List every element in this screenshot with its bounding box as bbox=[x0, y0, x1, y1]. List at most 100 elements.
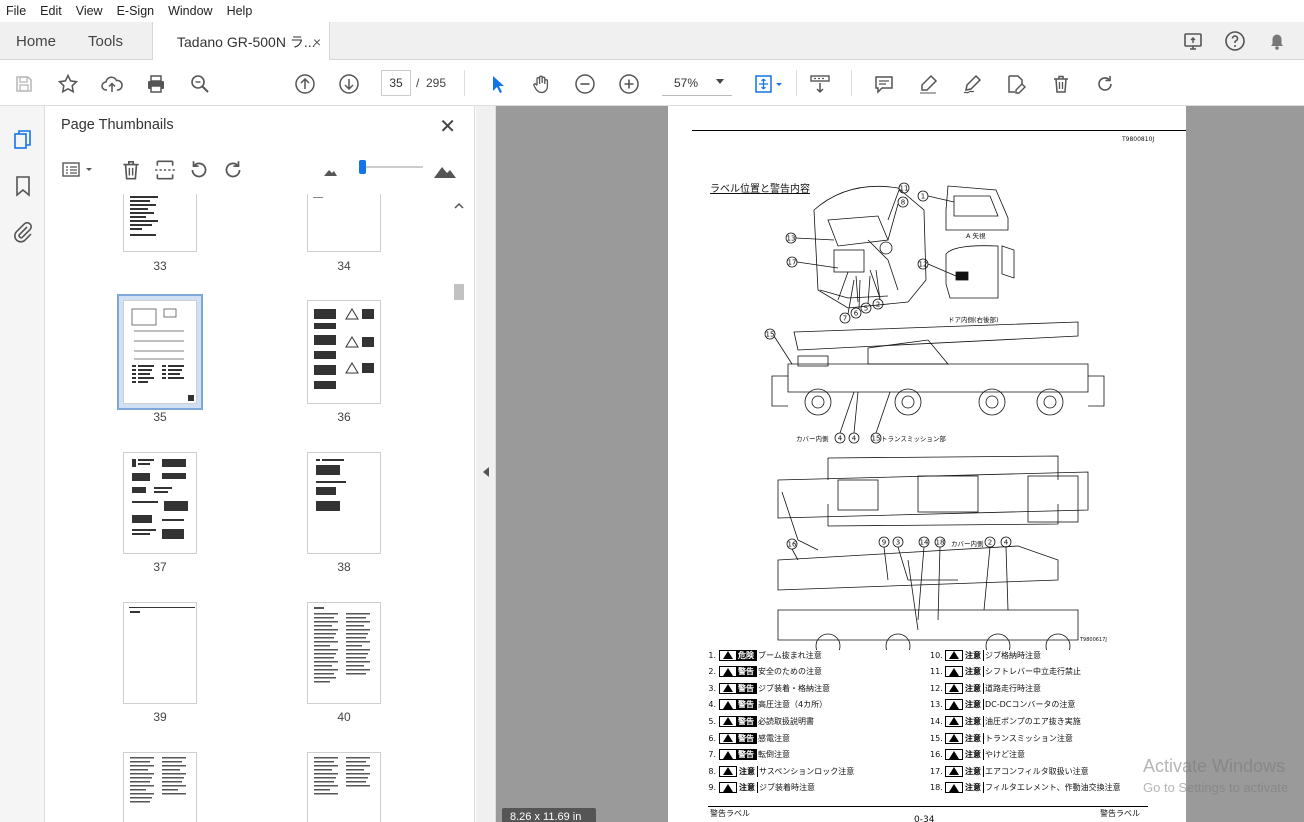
menu-esign[interactable]: E-Sign bbox=[117, 4, 155, 18]
thumbnail-scrollbar[interactable] bbox=[451, 194, 467, 822]
warning-sign-icon: 注意 bbox=[945, 782, 984, 794]
edit-text-icon[interactable] bbox=[1004, 72, 1028, 96]
bookmark-star-icon[interactable] bbox=[56, 72, 80, 96]
callout-number: 4 bbox=[852, 435, 857, 443]
tab-document[interactable]: Tadano GR-500N ラ... × bbox=[152, 22, 330, 61]
save-icon[interactable] bbox=[12, 72, 36, 96]
draw-sign-icon[interactable] bbox=[960, 72, 984, 96]
warning-triangle-icon bbox=[949, 700, 959, 709]
footer-left: 警告ラベル bbox=[710, 809, 750, 818]
rotate-left-icon[interactable] bbox=[187, 158, 211, 182]
warning-sign-icon: 警告 bbox=[719, 749, 757, 761]
page-number-input[interactable]: 35 bbox=[381, 70, 411, 96]
scroll-mode-icon[interactable] bbox=[808, 72, 832, 96]
delete-page-icon[interactable] bbox=[119, 158, 143, 182]
activate-windows-subtext: Go to Settings to activate bbox=[1143, 780, 1289, 795]
close-panel-icon[interactable]: ✕ bbox=[439, 114, 456, 139]
scrollbar-thumb[interactable] bbox=[454, 284, 464, 300]
menu-edit[interactable]: Edit bbox=[40, 4, 62, 18]
rotate-right-icon[interactable] bbox=[221, 158, 245, 182]
close-tab-icon[interactable]: × bbox=[313, 34, 321, 50]
warning-signal-word: 警告 bbox=[736, 732, 756, 744]
warning-signal-word: 警告 bbox=[736, 715, 756, 727]
warning-signal-word: 注意 bbox=[962, 699, 983, 711]
legend-number: 13. bbox=[930, 700, 943, 710]
legend-number: 12. bbox=[930, 683, 943, 693]
warning-sign-icon: 注意 bbox=[945, 732, 984, 744]
thumbnail-page-37[interactable] bbox=[123, 452, 197, 554]
legend-item: 17. 注意 エアコンフィルタ取扱い注意 bbox=[930, 765, 1089, 777]
warning-signal-word: 注意 bbox=[736, 782, 757, 794]
fit-page-icon[interactable] bbox=[752, 72, 786, 96]
toolbar-divider bbox=[851, 70, 852, 96]
thumbnail-label: 40 bbox=[337, 710, 351, 724]
help-icon[interactable] bbox=[1224, 30, 1246, 52]
collapse-panel-icon[interactable] bbox=[482, 466, 490, 478]
thumbnail-page-36[interactable] bbox=[307, 300, 381, 404]
warning-signal-word: 注意 bbox=[962, 682, 983, 694]
scroll-up-icon[interactable] bbox=[454, 202, 464, 210]
legend-number: 9. bbox=[708, 783, 716, 793]
warning-signal-word: 警告 bbox=[736, 682, 756, 694]
large-thumbnail-icon[interactable] bbox=[433, 160, 457, 180]
thumbnail-page-42[interactable] bbox=[307, 752, 381, 822]
panel-splitter[interactable] bbox=[476, 106, 496, 822]
thumbnail-page-33[interactable] bbox=[123, 194, 197, 252]
callout-number: 18 bbox=[936, 539, 945, 547]
document-viewer[interactable]: T9800810J ラベル位置と警告内容 11 8 13 17 7 6 5 2 … bbox=[496, 106, 1304, 822]
warning-sign-icon: 警告 bbox=[719, 666, 757, 678]
rotate-redo-icon[interactable] bbox=[1093, 72, 1117, 96]
extract-page-icon[interactable] bbox=[153, 158, 177, 182]
share-screen-icon[interactable] bbox=[1182, 30, 1204, 52]
page-separator: / bbox=[416, 76, 420, 90]
delete-trash-icon[interactable] bbox=[1049, 72, 1073, 96]
thumbnail-page-38[interactable] bbox=[307, 452, 381, 554]
thumbnail-page-40[interactable] bbox=[307, 602, 381, 704]
thumbnail-page-35[interactable] bbox=[123, 300, 197, 404]
panel-title: Page Thumbnails bbox=[61, 117, 174, 133]
attachment-paperclip-icon[interactable] bbox=[11, 220, 35, 244]
footer-right: 警告ラベル bbox=[1100, 809, 1140, 818]
legend-item: 5. 警告 必読取扱説明書 bbox=[704, 715, 814, 727]
toolbar-divider bbox=[464, 70, 465, 96]
label-cover-inside: カバー内側 bbox=[796, 435, 829, 443]
notification-bell-icon[interactable] bbox=[1266, 30, 1288, 52]
zoom-level-select[interactable]: 57% bbox=[662, 70, 732, 96]
highlight-pen-icon[interactable] bbox=[916, 72, 940, 96]
comment-icon[interactable] bbox=[872, 72, 896, 96]
page-thumbnails-icon[interactable] bbox=[11, 128, 35, 152]
legend-number: 7. bbox=[708, 750, 716, 760]
bookmark-icon[interactable] bbox=[11, 174, 35, 198]
legend-number: 1. bbox=[708, 650, 716, 660]
warning-triangle-icon bbox=[723, 667, 733, 676]
thumbnail-options-icon[interactable] bbox=[61, 159, 97, 181]
thumbnail-size-slider-handle[interactable] bbox=[359, 160, 366, 174]
next-page-icon[interactable] bbox=[337, 72, 361, 96]
legend-item: 7. 警告 転倒注意 bbox=[704, 749, 790, 761]
hand-tool-icon[interactable] bbox=[529, 72, 553, 96]
thumbnail-size-slider-track[interactable] bbox=[363, 166, 423, 168]
thumbnail-page-39[interactable] bbox=[123, 602, 197, 704]
legend-item: 2. 警告 安全のための注意 bbox=[704, 666, 822, 678]
upload-cloud-icon[interactable] bbox=[100, 72, 124, 96]
print-icon[interactable] bbox=[144, 72, 168, 96]
menu-window[interactable]: Window bbox=[168, 4, 212, 18]
thumbnail-list: 33 34 35 36 37 38 39 40 bbox=[55, 194, 455, 822]
menu-help[interactable]: Help bbox=[227, 4, 253, 18]
legend-number: 10. bbox=[930, 650, 943, 660]
menu-view[interactable]: View bbox=[76, 4, 103, 18]
thumbnail-page-41[interactable] bbox=[123, 752, 197, 822]
small-thumbnail-icon[interactable] bbox=[323, 164, 337, 178]
zoom-search-icon[interactable] bbox=[188, 72, 212, 96]
callout-number: 5 bbox=[864, 305, 868, 313]
menu-file[interactable]: File bbox=[6, 4, 26, 18]
warning-signal-word: 注意 bbox=[962, 765, 983, 777]
select-cursor-icon[interactable] bbox=[486, 72, 510, 96]
zoom-in-icon[interactable] bbox=[617, 72, 641, 96]
tab-tools[interactable]: Tools bbox=[88, 22, 123, 60]
thumbnail-page-34[interactable] bbox=[307, 194, 381, 252]
thumbnail-toolbar bbox=[57, 156, 467, 184]
tab-home[interactable]: Home bbox=[16, 22, 56, 60]
zoom-out-icon[interactable] bbox=[573, 72, 597, 96]
previous-page-icon[interactable] bbox=[293, 72, 317, 96]
